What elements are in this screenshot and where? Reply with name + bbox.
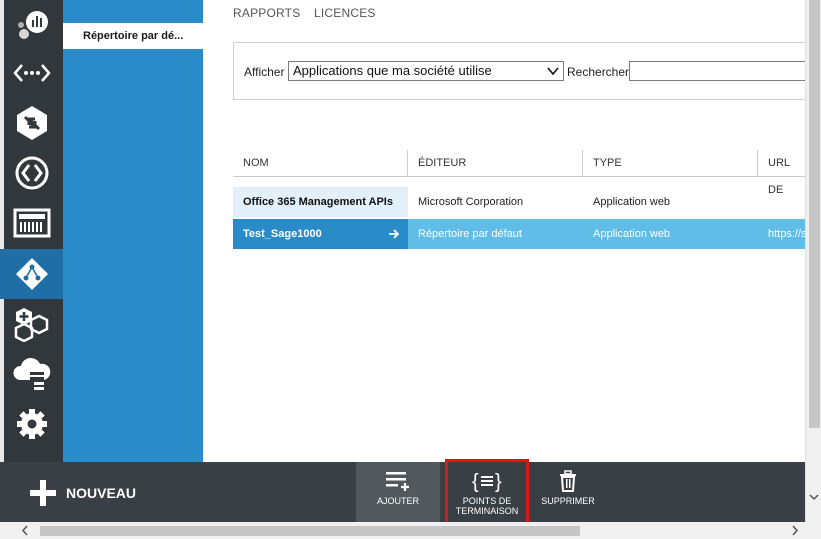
column-divider [582, 150, 583, 176]
cell-type: Application web [593, 196, 671, 208]
cloud-storage-icon [12, 357, 50, 390]
rail-cloud-storage[interactable] [0, 349, 63, 399]
scroll-left-icon[interactable] [20, 525, 30, 536]
rail-remote-connect[interactable] [0, 148, 63, 198]
search-label: Rechercher [567, 65, 630, 79]
column-divider [757, 150, 758, 176]
delete-button[interactable]: SUPPRIMER [528, 462, 608, 522]
new-button[interactable]: NOUVEAU [30, 480, 136, 506]
show-label: Afficher [244, 65, 285, 79]
vertical-scroll-thumb[interactable] [809, 0, 820, 428]
column-divider [407, 150, 408, 176]
chevron-down-icon [547, 67, 559, 76]
show-select-value: Applications que ma société utilise [293, 63, 492, 78]
cell-publisher: Répertoire par défaut [418, 228, 522, 240]
rail-api-connector[interactable] [0, 48, 63, 98]
cell-name: Office 365 Management APIs [233, 187, 408, 217]
cell-url [768, 187, 807, 217]
settings-icon [16, 409, 47, 439]
analytics-icon [17, 11, 48, 39]
tab-reports[interactable]: RAPPORTS [233, 6, 300, 20]
horizontal-scroll-thumb[interactable] [40, 526, 580, 536]
scroll-right-icon[interactable] [790, 525, 800, 536]
transfer-icon [16, 106, 47, 140]
trash-icon [558, 462, 578, 492]
cell-name: Test_Sage1000 [233, 219, 408, 249]
cell-url: https://s [768, 228, 807, 240]
new-button-label: NOUVEAU [66, 485, 137, 501]
rail-active-directory[interactable] [0, 249, 63, 299]
extensions-icon [14, 308, 48, 342]
portal-window: Répertoire par dé... RAPPORTS LICENCES A… [0, 0, 821, 539]
active-directory-icon [15, 258, 48, 290]
cell-name-text: Test_Sage1000 [243, 228, 322, 240]
cell-publisher: Microsoft Corporation [418, 196, 524, 208]
cell-type: Application web [593, 228, 671, 240]
highlight-box [445, 459, 529, 527]
column-header-name[interactable]: NOM [243, 150, 269, 177]
tab-licenses[interactable]: LICENCES [314, 6, 376, 20]
rail-extensions[interactable] [0, 299, 63, 349]
search-input[interactable] [629, 61, 819, 81]
horizontal-scrollbar[interactable] [0, 522, 821, 539]
arrow-right-icon[interactable] [388, 228, 400, 240]
add-button[interactable]: AJOUTER [356, 462, 440, 522]
dashboard-icon [13, 208, 50, 238]
rail-transfer[interactable] [0, 98, 63, 148]
plus-icon [30, 480, 56, 506]
table-row-selected[interactable]: Test_Sage1000 Répertoire par défaut Appl… [233, 219, 807, 249]
rail-analytics[interactable] [0, 0, 63, 50]
column-header-url[interactable]: URL DE [768, 150, 807, 196]
add-list-icon [385, 462, 411, 492]
vertical-scrollbar[interactable] [805, 0, 821, 522]
remote-connect-icon [15, 156, 48, 190]
api-connector-icon [12, 64, 51, 82]
show-select[interactable]: Applications que ma société utilise [288, 61, 564, 81]
rail-dashboard[interactable] [0, 198, 63, 248]
subnav-item-directory[interactable]: Répertoire par dé... [63, 23, 203, 49]
table-row[interactable]: Office 365 Management APIs Microsoft Cor… [233, 187, 807, 217]
column-header-publisher[interactable]: ÉDITEUR [418, 150, 466, 177]
rail-settings[interactable] [0, 399, 63, 449]
icon-rail [0, 0, 63, 462]
table-header: NOM ÉDITEUR TYPE URL DE [233, 150, 807, 196]
scroll-down-icon[interactable] [809, 492, 819, 502]
secondary-nav: Répertoire par dé... [63, 0, 203, 462]
delete-button-label: SUPPRIMER [541, 496, 595, 506]
add-button-label: AJOUTER [376, 496, 419, 506]
column-header-type[interactable]: TYPE [593, 150, 622, 177]
